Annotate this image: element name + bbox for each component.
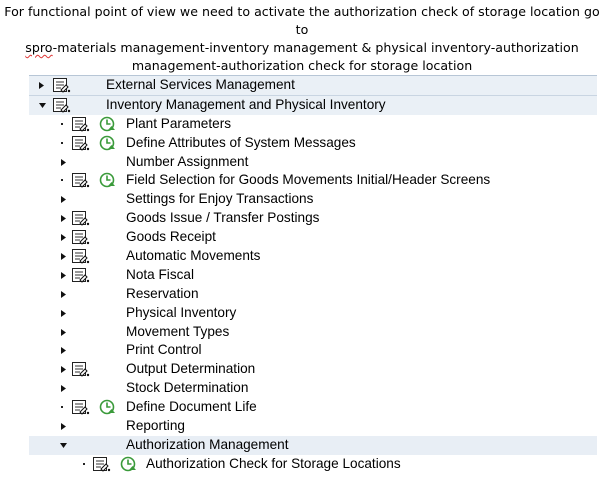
tree-node-reporting[interactable]: Reporting: [29, 417, 597, 436]
tree-node-label: Inventory Management and Physical Invent…: [106, 96, 386, 112]
img-document-icon[interactable]: [71, 210, 91, 227]
tree-node-label: Output Determination: [126, 361, 256, 377]
triangle-right-icon[interactable]: [39, 76, 47, 95]
triangle-right-icon[interactable]: [61, 209, 69, 228]
clock-execute-icon[interactable]: [99, 135, 117, 152]
bullet-icon: [61, 122, 63, 125]
tree-node-define-attributes[interactable]: Define Attributes of System Messages: [29, 134, 597, 153]
triangle-down-icon[interactable]: [60, 436, 68, 455]
img-document-icon[interactable]: [71, 135, 91, 152]
triangle-down-icon[interactable]: [39, 96, 47, 115]
tree-node-label: Reservation: [126, 285, 199, 301]
tree-node-movement-types[interactable]: Movement Types: [29, 323, 597, 342]
tree-node-label: Physical Inventory: [126, 304, 237, 320]
clock-execute-icon[interactable]: [99, 172, 117, 189]
bullet-icon: [83, 462, 85, 465]
img-document-icon[interactable]: [71, 172, 91, 189]
tree-node-authorization-check[interactable]: Authorization Check for Storage Location…: [29, 455, 597, 474]
tree-node-label: Goods Receipt: [126, 229, 216, 245]
triangle-right-icon[interactable]: [61, 247, 69, 266]
triangle-right-icon[interactable]: [61, 266, 69, 285]
img-document-icon[interactable]: [71, 267, 91, 284]
tree-node-label: Automatic Movements: [126, 248, 261, 264]
tree-node-label: External Services Management: [106, 77, 295, 92]
tree-node-label: Authorization Check for Storage Location…: [146, 455, 401, 471]
triangle-right-icon[interactable]: [61, 323, 69, 342]
tree-node-field-selection[interactable]: Field Selection for Goods Movements Init…: [29, 171, 597, 190]
tree-node-reservation[interactable]: Reservation: [29, 285, 597, 304]
tree-node-goods-issue[interactable]: Goods Issue / Transfer Postings: [29, 209, 597, 228]
tree-node-print-control[interactable]: Print Control: [29, 341, 597, 360]
triangle-right-icon[interactable]: [61, 153, 69, 172]
caption-line-3: management-authorization check for stora…: [131, 58, 473, 73]
bullet-icon: [61, 406, 63, 409]
tree-node-inventory-management[interactable]: Inventory Management and Physical Invent…: [29, 95, 597, 115]
img-document-icon[interactable]: [71, 229, 91, 246]
triangle-right-icon[interactable]: [61, 285, 69, 304]
img-document-icon[interactable]: [71, 116, 91, 133]
img-document-icon[interactable]: [71, 399, 91, 416]
tree-node-external-services[interactable]: External Services Management: [29, 76, 597, 96]
tree-node-define-document-life[interactable]: Define Document Life: [29, 398, 597, 417]
tree-node-automatic-movements[interactable]: Automatic Movements: [29, 247, 597, 266]
triangle-right-icon[interactable]: [61, 417, 69, 436]
tree-node-number-assignment[interactable]: Number Assignment: [29, 153, 597, 172]
tree-node-label: Define Document Life: [126, 399, 257, 415]
tree-node-label: Field Selection for Goods Movements Init…: [126, 172, 491, 188]
tree-node-authorization-management[interactable]: Authorization Management: [29, 435, 597, 455]
triangle-right-icon[interactable]: [61, 304, 69, 323]
clock-execute-icon[interactable]: [120, 456, 138, 473]
caption-spro: spro: [25, 40, 53, 55]
img-document-icon[interactable]: [92, 456, 112, 473]
img-document-icon[interactable]: [71, 361, 91, 378]
tree-node-label: Print Control: [126, 342, 202, 358]
triangle-right-icon[interactable]: [61, 228, 69, 247]
tree-node-label: Stock Determination: [126, 380, 249, 396]
instruction-caption: For functional point of view we need to …: [0, 3, 604, 75]
tree-node-plant-parameters[interactable]: Plant Parameters: [29, 115, 597, 134]
tree-node-label: Define Attributes of System Messages: [126, 134, 356, 150]
img-tree: External Services Management Inventory M…: [29, 75, 597, 474]
tree-node-output-determination[interactable]: Output Determination: [29, 360, 597, 379]
tree-node-stock-determination[interactable]: Stock Determination: [29, 379, 597, 398]
tree-node-label: Reporting: [126, 418, 185, 434]
tree-node-goods-receipt[interactable]: Goods Receipt: [29, 228, 597, 247]
triangle-right-icon[interactable]: [61, 360, 69, 379]
img-document-icon: [52, 77, 72, 94]
bullet-icon: [61, 141, 63, 144]
caption-line-2: spro-materials management-inventory mana…: [0, 39, 604, 57]
caption-line-1: For functional point of view we need to …: [4, 4, 600, 37]
tree-node-label: Number Assignment: [126, 153, 249, 169]
caption-line-2-rest: -materials management-inventory manageme…: [52, 40, 579, 55]
tree-node-label: Nota Fiscal: [126, 266, 194, 282]
tree-node-physical-inventory[interactable]: Physical Inventory: [29, 304, 597, 323]
img-document-icon[interactable]: [71, 248, 91, 265]
triangle-right-icon[interactable]: [61, 190, 69, 209]
tree-node-nota-fiscal[interactable]: Nota Fiscal: [29, 266, 597, 285]
clock-execute-icon[interactable]: [99, 399, 117, 416]
tree-node-label: Plant Parameters: [126, 115, 232, 131]
tree-node-label: Settings for Enjoy Transactions: [126, 191, 314, 207]
tree-node-settings-enjoy[interactable]: Settings for Enjoy Transactions: [29, 190, 597, 209]
img-document-icon: [52, 97, 72, 114]
tree-node-label: Movement Types: [126, 323, 230, 339]
clock-execute-icon[interactable]: [99, 116, 117, 133]
triangle-right-icon[interactable]: [61, 341, 69, 360]
bullet-icon: [61, 179, 63, 182]
tree-node-label: Authorization Management: [126, 436, 289, 452]
tree-node-label: Goods Issue / Transfer Postings: [126, 210, 320, 226]
triangle-right-icon[interactable]: [61, 379, 69, 398]
